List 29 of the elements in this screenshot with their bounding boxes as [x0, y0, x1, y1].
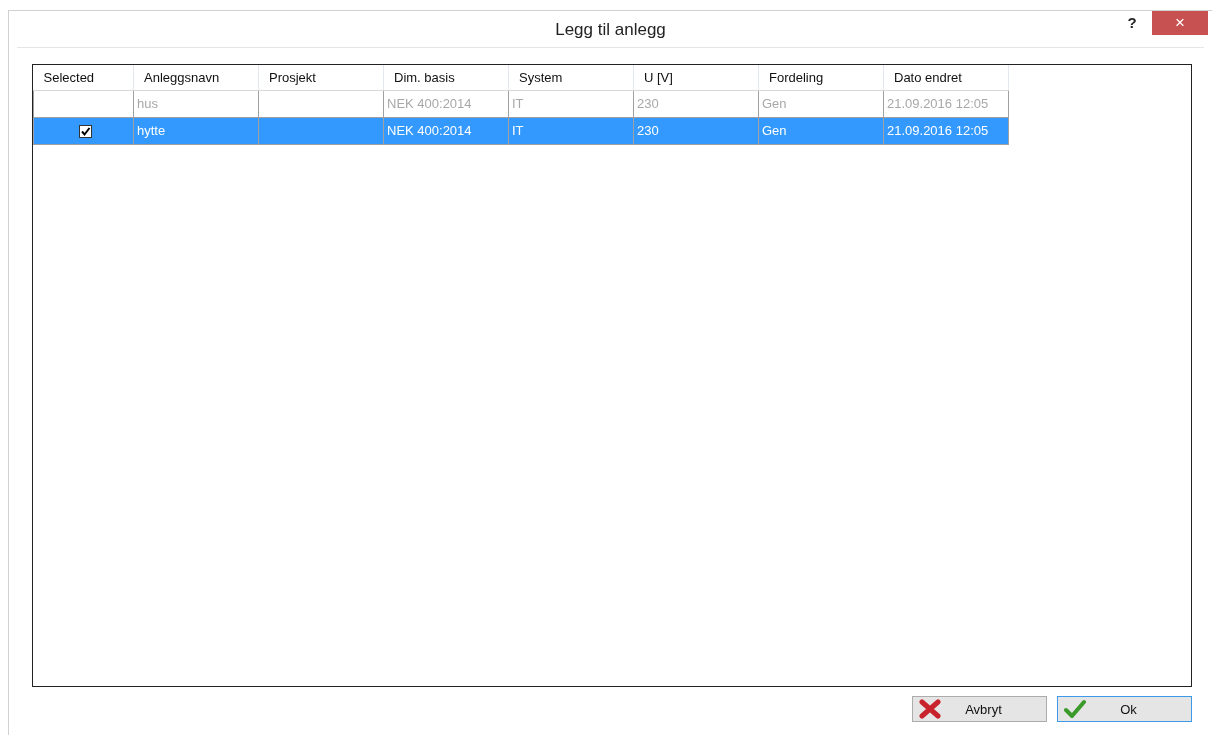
checkbox[interactable] — [78, 125, 92, 139]
column-header[interactable]: U [V] — [633, 65, 759, 90]
table-cell: Gen — [758, 117, 884, 144]
table-cell: hytte — [133, 117, 259, 144]
table-cell: hus — [133, 90, 259, 117]
ok-button[interactable]: Ok — [1057, 696, 1192, 722]
column-header[interactable]: Dato endret — [883, 65, 1009, 90]
column-header[interactable]: Fordeling — [758, 65, 884, 90]
close-button[interactable]: × — [1152, 11, 1208, 35]
table-cell: 21.09.2016 12:05 — [883, 90, 1009, 117]
table-cell: NEK 400:2014 — [383, 117, 509, 144]
help-button[interactable]: ? — [1112, 11, 1152, 33]
window-title: Legg til anlegg — [555, 20, 666, 40]
cross-icon — [919, 699, 941, 719]
checkbox-cell[interactable] — [33, 117, 134, 144]
table-cell: 230 — [633, 117, 759, 144]
checkmark-icon — [1064, 699, 1086, 719]
column-header[interactable]: System — [508, 65, 634, 90]
column-header[interactable]: Selected — [33, 65, 134, 90]
column-header[interactable]: Anleggsnavn — [133, 65, 259, 90]
table-cell: IT — [508, 90, 634, 117]
table-cell: 21.09.2016 12:05 — [883, 117, 1009, 144]
column-header[interactable]: Prosjekt — [258, 65, 384, 90]
table-cell: NEK 400:2014 — [383, 90, 509, 117]
column-header[interactable]: Dim. basis — [383, 65, 509, 90]
table-cell: Gen — [758, 90, 884, 117]
table-cell: IT — [508, 117, 634, 144]
cancel-button[interactable]: Avbryt — [912, 696, 1047, 722]
table-cell: 230 — [633, 90, 759, 117]
